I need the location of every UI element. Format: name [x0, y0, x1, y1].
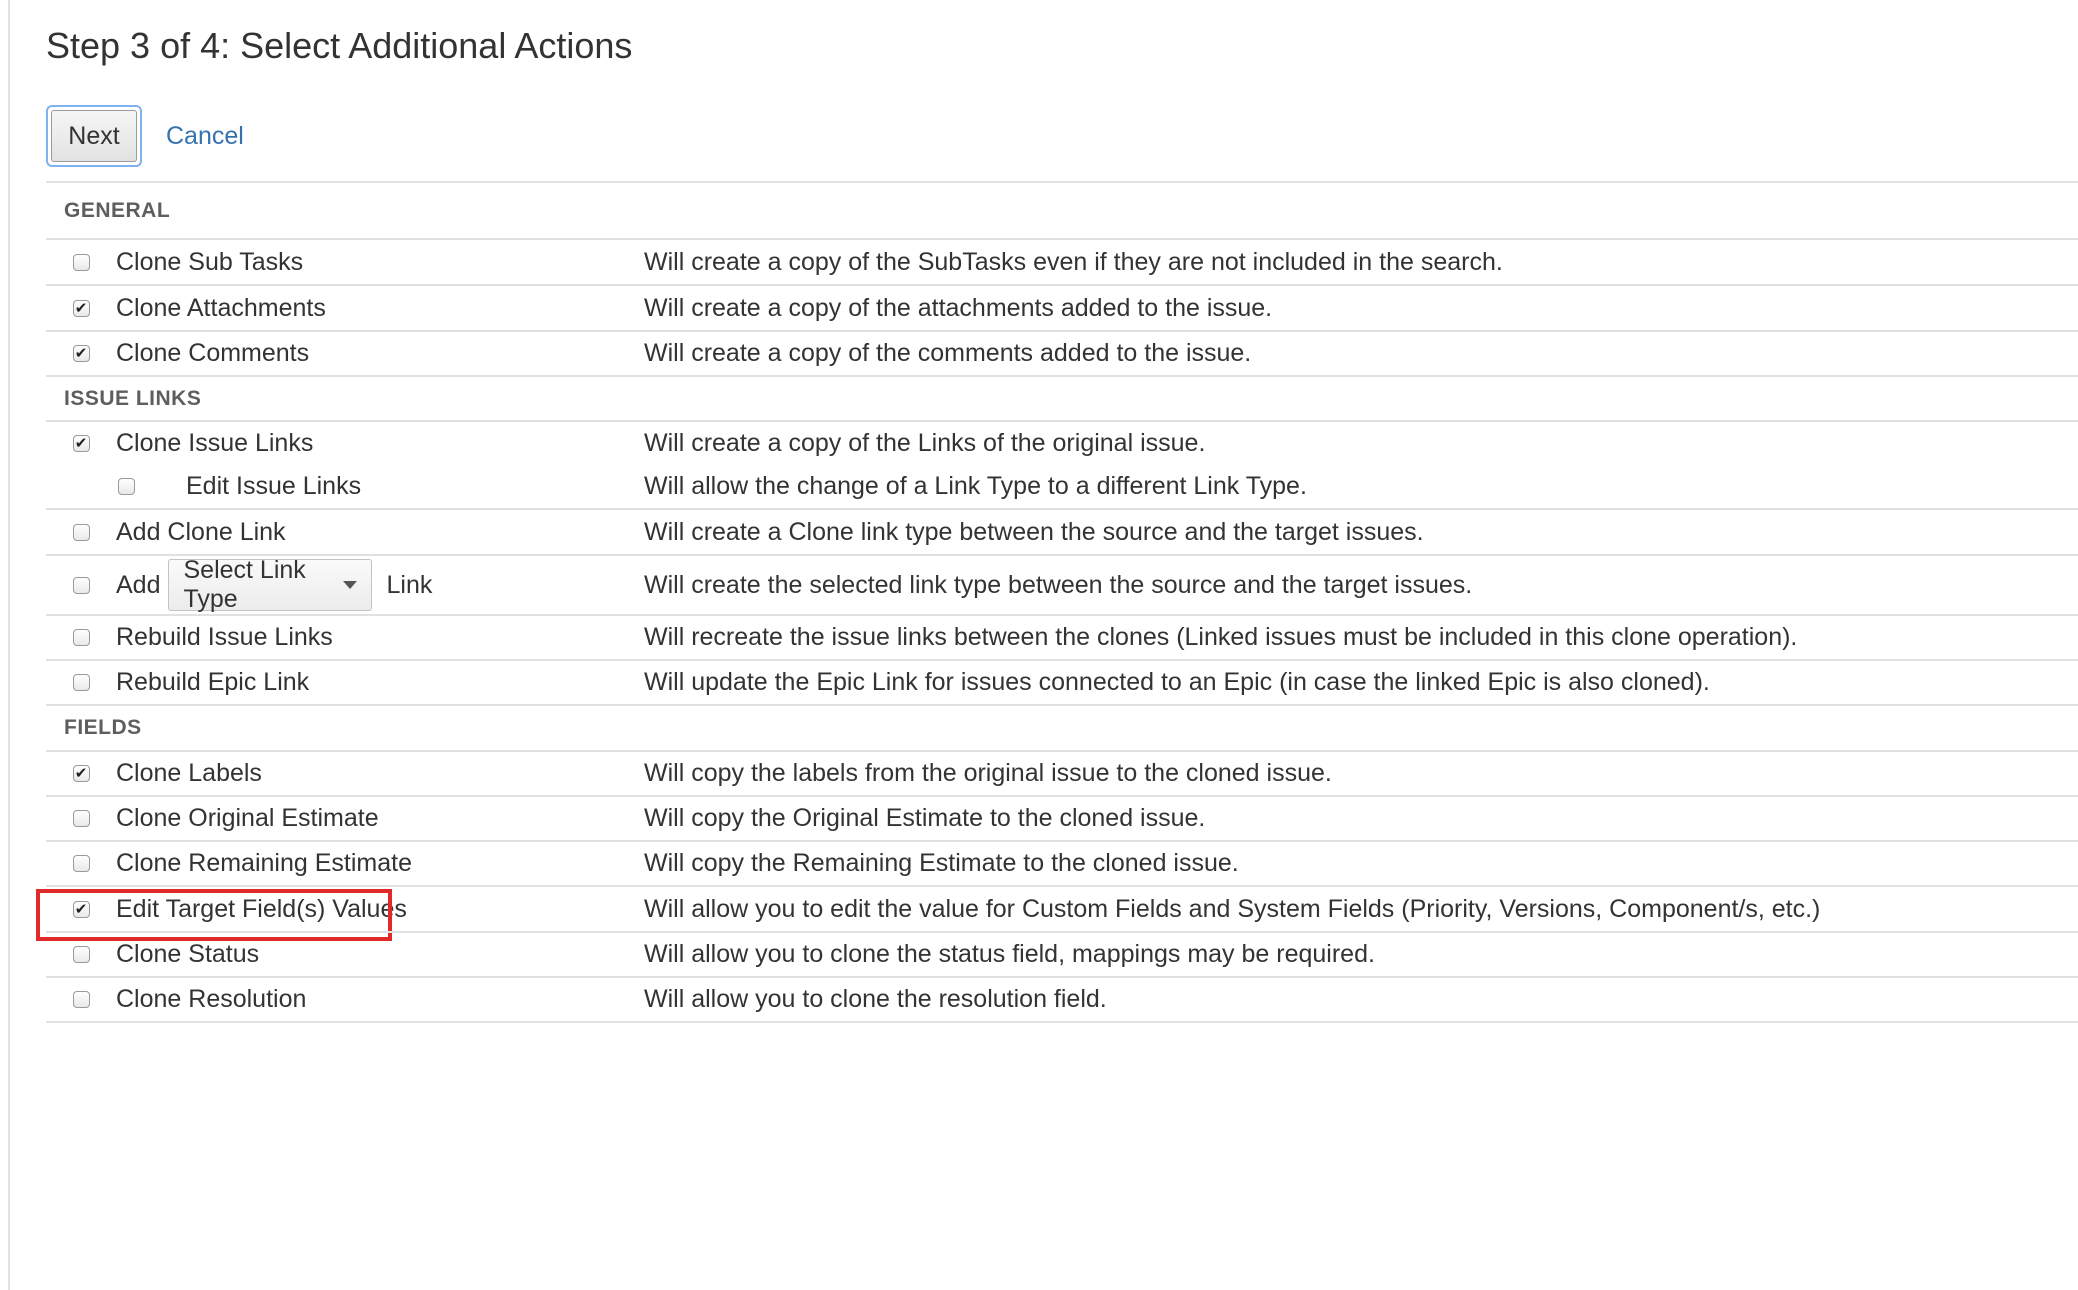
- option-row-clone-comments: ✔ Clone Comments Will create a copy of t…: [46, 330, 2078, 375]
- clone-issue-links-checkbox[interactable]: ✔: [72, 435, 90, 452]
- option-label: Rebuild Issue Links: [116, 623, 333, 651]
- option-label: Clone Original Estimate: [116, 804, 379, 832]
- action-bar: Next Cancel: [46, 104, 244, 168]
- option-label: Rebuild Epic Link: [116, 668, 310, 696]
- rebuild-epic-link-checkbox[interactable]: [72, 674, 90, 691]
- option-description: Will create a copy of the Links of the o…: [644, 429, 1206, 457]
- edit-issue-links-checkbox[interactable]: [118, 478, 135, 495]
- option-description: Will create the selected link type betwe…: [644, 570, 1473, 599]
- option-label: Clone Resolution: [116, 985, 307, 1013]
- section-title: FIELDS: [64, 716, 142, 739]
- option-label: Clone Remaining Estimate: [116, 849, 412, 877]
- option-row-clone-remaining-estimate: Clone Remaining Estimate Will copy the R…: [46, 840, 2078, 885]
- option-label: Clone Sub Tasks: [116, 247, 304, 276]
- option-label: Clone Status: [116, 940, 260, 968]
- clone-labels-checkbox[interactable]: ✔: [72, 765, 90, 782]
- option-description: Will create a Clone link type between th…: [644, 517, 1424, 546]
- section-title: GENERAL: [64, 198, 171, 222]
- option-description: Will create a copy of the attachments ad…: [644, 293, 1273, 322]
- option-description: Will allow you to clone the resolution f…: [644, 985, 1107, 1013]
- option-row-clone-issue-links: ✔ Clone Issue Links Will create a copy o…: [46, 420, 2078, 465]
- section-title: ISSUE LINKS: [64, 386, 202, 410]
- option-label: Clone Comments: [116, 339, 310, 367]
- option-description: Will create a copy of the comments added…: [644, 339, 1252, 367]
- label-prefix: Add: [116, 570, 161, 599]
- option-row-rebuild-issue-links: Rebuild Issue Links Will recreate the is…: [46, 614, 2078, 659]
- option-row-add-clone-link: Add Clone Link Will create a Clone link …: [46, 508, 2078, 554]
- option-row-clone-original-estimate: Clone Original Estimate Will copy the Or…: [46, 795, 2078, 840]
- option-description: Will update the Epic Link for issues con…: [644, 668, 1710, 696]
- link-type-select-value: Select Link Type: [183, 556, 306, 613]
- clone-attachments-checkbox[interactable]: ✔: [72, 299, 90, 317]
- option-label: Add Clone Link: [116, 517, 286, 546]
- option-row-edit-issue-links: Edit Issue Links Will allow the change o…: [46, 465, 2078, 508]
- clone-remaining-estimate-checkbox[interactable]: [72, 855, 90, 872]
- page-title: Step 3 of 4: Select Additional Actions: [46, 25, 633, 66]
- option-row-clone-attachments: ✔ Clone Attachments Will create a copy o…: [46, 284, 2078, 330]
- left-border: [8, 0, 10, 1290]
- options-table: GENERAL Clone Sub Tasks Will create a co…: [36, 181, 2078, 1023]
- option-row-rebuild-epic-link: Rebuild Epic Link Will update the Epic L…: [46, 659, 2078, 704]
- option-description: Will allow you to clone the status field…: [644, 940, 1375, 968]
- chevron-down-icon: [343, 581, 358, 589]
- rebuild-issue-links-checkbox[interactable]: [72, 629, 90, 646]
- option-row-clone-sub-tasks: Clone Sub Tasks Will create a copy of th…: [46, 238, 2078, 284]
- section-header-issue-links: ISSUE LINKS: [46, 375, 2078, 420]
- next-button[interactable]: Next: [51, 110, 137, 162]
- link-type-select[interactable]: Select Link Type: [168, 556, 373, 613]
- next-button-focus-ring: Next: [46, 105, 142, 167]
- add-link-type-label: Add Select Link Type Link: [116, 556, 644, 613]
- option-label: Edit Issue Links: [186, 472, 362, 500]
- option-description: Will allow the change of a Link Type to …: [644, 472, 1307, 500]
- option-row-clone-resolution: Clone Resolution Will allow you to clone…: [46, 976, 2078, 1023]
- option-label: Clone Labels: [116, 759, 262, 787]
- option-row-edit-target-field-values: ✔ Edit Target Field(s) Values Will allow…: [36, 885, 2078, 941]
- option-row-add-link-type: Add Select Link Type Link Will create th…: [46, 554, 2078, 614]
- option-row-clone-labels: ✔ Clone Labels Will copy the labels from…: [46, 750, 2078, 795]
- option-label: Clone Issue Links: [116, 429, 314, 457]
- add-clone-link-checkbox[interactable]: [72, 523, 90, 541]
- clone-original-estimate-checkbox[interactable]: [72, 810, 90, 827]
- option-label: Clone Attachments: [116, 293, 326, 322]
- edit-target-field-values-checkbox[interactable]: ✔: [72, 900, 90, 918]
- option-description: Will recreate the issue links between th…: [644, 623, 1798, 651]
- option-label: Edit Target Field(s) Values: [116, 894, 407, 923]
- option-description: Will create a copy of the SubTasks even …: [644, 247, 1503, 276]
- option-row-clone-status: Clone Status Will allow you to clone the…: [46, 931, 2078, 976]
- add-link-type-checkbox[interactable]: [72, 576, 90, 594]
- cancel-link[interactable]: Cancel: [166, 122, 244, 151]
- section-header-general: GENERAL: [46, 181, 2078, 238]
- label-suffix: Link: [386, 570, 433, 599]
- clone-comments-checkbox[interactable]: ✔: [72, 345, 90, 362]
- option-description: Will copy the Original Estimate to the c…: [644, 804, 1206, 832]
- section-header-fields: FIELDS: [46, 704, 2078, 750]
- clone-sub-tasks-checkbox[interactable]: [72, 253, 90, 271]
- option-description: Will copy the Remaining Estimate to the …: [644, 849, 1239, 877]
- option-description: Will allow you to edit the value for Cus…: [644, 894, 1821, 923]
- clone-resolution-checkbox[interactable]: [72, 991, 90, 1008]
- clone-status-checkbox[interactable]: [72, 946, 90, 963]
- option-description: Will copy the labels from the original i…: [644, 759, 1332, 787]
